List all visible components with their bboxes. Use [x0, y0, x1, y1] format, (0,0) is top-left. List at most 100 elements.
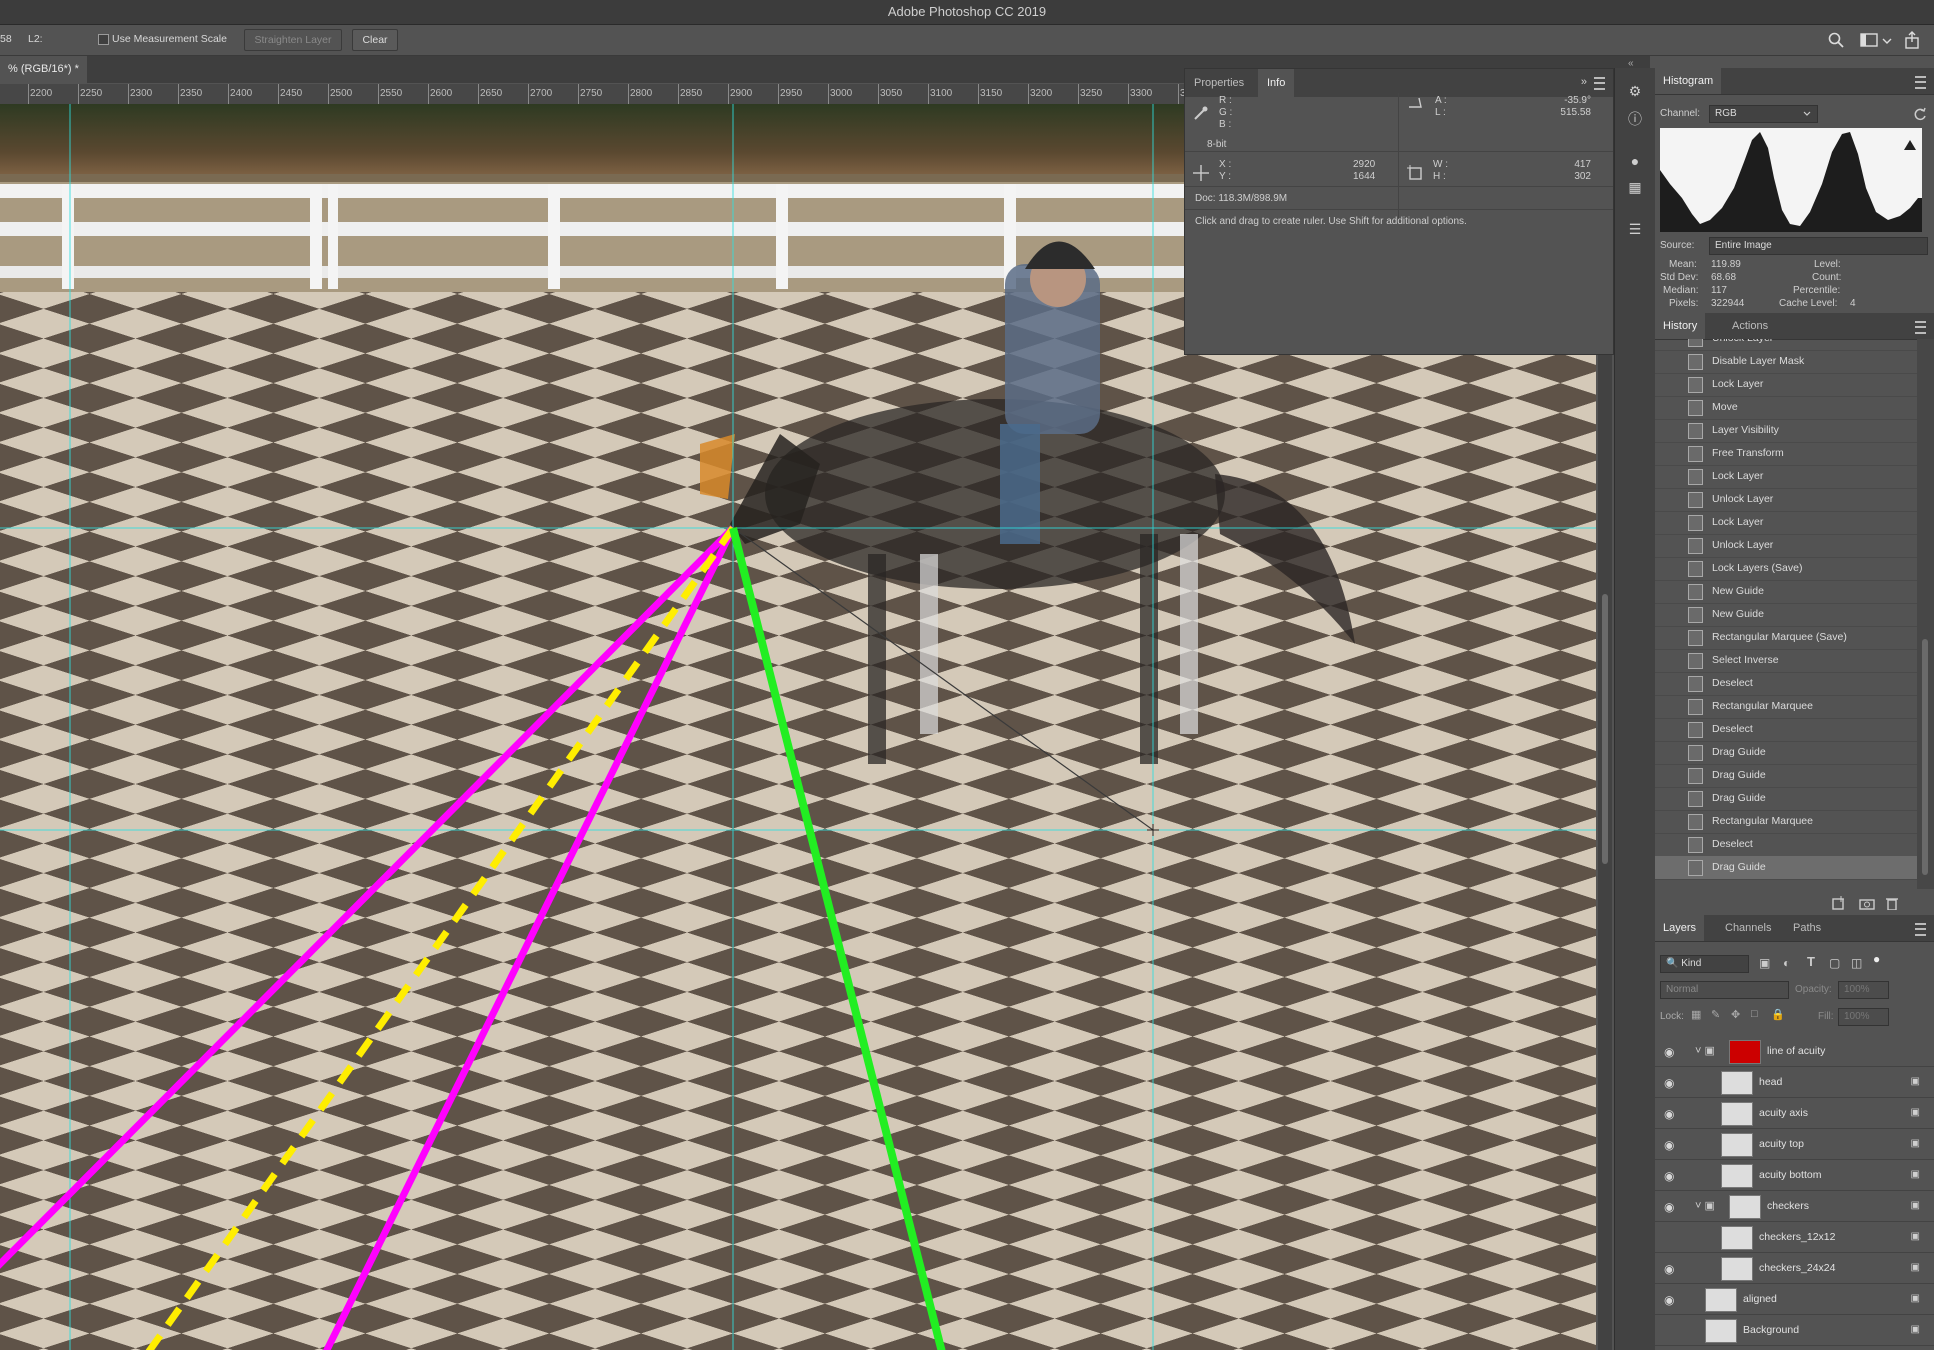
- fill-field[interactable]: 100%: [1838, 1008, 1889, 1026]
- info-panel-icon[interactable]: ⓘ: [1626, 110, 1644, 128]
- panel-menu-icon[interactable]: [1915, 321, 1926, 334]
- clear-button[interactable]: Clear: [352, 29, 398, 51]
- tab-histogram[interactable]: Histogram: [1655, 68, 1722, 94]
- image-filter-icon[interactable]: ▣: [1759, 956, 1770, 970]
- history-item[interactable]: Move: [1655, 396, 1917, 420]
- history-item[interactable]: New Guide: [1655, 580, 1917, 604]
- measurement-scale-checkbox[interactable]: [98, 34, 109, 45]
- layer-row[interactable]: ◉ ˅ ▣ line of acuity: [1655, 1036, 1934, 1067]
- layer-name[interactable]: acuity top: [1759, 1138, 1804, 1150]
- history-item[interactable]: Lock Layer: [1655, 511, 1917, 535]
- tab-properties[interactable]: Properties: [1185, 69, 1253, 97]
- trash-icon[interactable]: [1885, 896, 1899, 910]
- camera-icon[interactable]: [1859, 896, 1875, 910]
- panel-menu-icon[interactable]: [1594, 77, 1605, 90]
- layer-row[interactable]: Background ▣: [1655, 1315, 1934, 1346]
- chevron-down-icon[interactable]: [1882, 37, 1892, 45]
- layer-row[interactable]: ◉ head ▣: [1655, 1067, 1934, 1098]
- layer-name[interactable]: checkers_12x12: [1759, 1231, 1835, 1243]
- history-scrollbar[interactable]: [1917, 339, 1934, 889]
- visibility-eye-icon[interactable]: ◉: [1664, 1293, 1674, 1307]
- clone-source-icon[interactable]: ☰: [1626, 220, 1644, 238]
- collapse-icon[interactable]: »: [1581, 76, 1587, 88]
- brush-panel-icon[interactable]: ●: [1626, 152, 1644, 170]
- history-item[interactable]: Rectangular Marquee (Save): [1655, 626, 1917, 650]
- history-item[interactable]: Rectangular Marquee: [1655, 810, 1917, 834]
- refresh-icon[interactable]: [1913, 107, 1927, 121]
- lock-all-icon[interactable]: 🔒: [1771, 1008, 1785, 1021]
- visibility-eye-icon[interactable]: ◉: [1664, 1076, 1674, 1090]
- visibility-eye-icon[interactable]: ◉: [1664, 1262, 1674, 1276]
- search-icon[interactable]: [1828, 32, 1844, 48]
- history-item[interactable]: Unlock Layer: [1655, 488, 1917, 512]
- layer-name[interactable]: checkers_24x24: [1759, 1262, 1835, 1274]
- visibility-eye-icon[interactable]: ◉: [1664, 1169, 1674, 1183]
- workspace-icon[interactable]: [1860, 33, 1878, 47]
- source-select[interactable]: Entire Image: [1709, 237, 1928, 255]
- history-item[interactable]: Drag Guide: [1655, 764, 1917, 788]
- lock-transparent-icon[interactable]: ▦: [1691, 1008, 1701, 1021]
- shape-filter-icon[interactable]: ▢: [1829, 956, 1840, 970]
- opacity-field[interactable]: 100%: [1838, 981, 1889, 999]
- history-item[interactable]: Deselect: [1655, 833, 1917, 857]
- history-item[interactable]: Drag Guide: [1655, 787, 1917, 811]
- visibility-eye-icon[interactable]: ◉: [1664, 1200, 1674, 1214]
- layer-name[interactable]: acuity bottom: [1759, 1169, 1821, 1181]
- tab-info[interactable]: Info: [1258, 69, 1295, 97]
- history-item[interactable]: Drag Guide: [1655, 741, 1917, 765]
- tab-layers[interactable]: Layers: [1655, 915, 1705, 941]
- adjustment-filter-icon[interactable]: ◐: [1783, 956, 1790, 970]
- layer-row[interactable]: checkers_12x12 ▣: [1655, 1222, 1934, 1253]
- straighten-layer-button[interactable]: Straighten Layer: [244, 29, 342, 51]
- layers-list[interactable]: ◉ ˅ ▣ line of acuity ◉ head ▣ ◉ acuity axis ▣ ◉ ac…: [1655, 1036, 1934, 1350]
- history-item[interactable]: Layer Visibility: [1655, 419, 1917, 443]
- layer-row[interactable]: ◉ ˅ ▣ checkers ▣: [1655, 1191, 1934, 1222]
- panel-menu-icon[interactable]: [1915, 923, 1926, 936]
- kind-filter-select[interactable]: 🔍 Kind: [1660, 955, 1749, 973]
- layer-row[interactable]: ◉ acuity bottom ▣: [1655, 1160, 1934, 1191]
- document-tab[interactable]: % (RGB/16*) *: [0, 56, 87, 83]
- tab-channels[interactable]: Channels: [1717, 915, 1779, 941]
- lock-pixels-icon[interactable]: ✎: [1711, 1008, 1720, 1021]
- history-item[interactable]: Drag Guide: [1655, 856, 1917, 880]
- tab-paths[interactable]: Paths: [1785, 915, 1829, 941]
- visibility-eye-icon[interactable]: ◉: [1664, 1138, 1674, 1152]
- layer-name[interactable]: head: [1759, 1076, 1782, 1088]
- new-document-icon[interactable]: [1831, 896, 1847, 910]
- folder-icon[interactable]: ˅ ▣: [1695, 1199, 1715, 1212]
- layer-name[interactable]: checkers: [1767, 1200, 1809, 1212]
- layer-row[interactable]: ◉ acuity top ▣: [1655, 1129, 1934, 1160]
- folder-icon[interactable]: ˅ ▣: [1695, 1044, 1715, 1057]
- history-item[interactable]: Deselect: [1655, 672, 1917, 696]
- history-item[interactable]: Lock Layer: [1655, 465, 1917, 489]
- layer-row[interactable]: ◉ checkers_24x24 ▣: [1655, 1253, 1934, 1284]
- history-item[interactable]: Select Inverse: [1655, 649, 1917, 673]
- type-filter-icon[interactable]: T: [1807, 954, 1815, 969]
- layer-name[interactable]: Background: [1743, 1324, 1799, 1336]
- blend-mode-select[interactable]: Normal: [1660, 981, 1789, 999]
- scrollbar-thumb[interactable]: [1922, 639, 1928, 875]
- visibility-eye-icon[interactable]: ◉: [1664, 1107, 1674, 1121]
- history-item[interactable]: New Guide: [1655, 603, 1917, 627]
- layer-name[interactable]: line of acuity: [1767, 1045, 1825, 1057]
- layer-row[interactable]: ◉ acuity axis ▣: [1655, 1098, 1934, 1129]
- lock-position-icon[interactable]: ✥: [1731, 1008, 1740, 1021]
- tab-history[interactable]: History: [1655, 313, 1706, 339]
- history-item[interactable]: Lock Layers (Save): [1655, 557, 1917, 581]
- channel-select[interactable]: RGB: [1709, 105, 1818, 123]
- history-item[interactable]: Deselect: [1655, 718, 1917, 742]
- history-item[interactable]: Rectangular Marquee: [1655, 695, 1917, 719]
- lock-artboard-icon[interactable]: □: [1751, 1008, 1758, 1020]
- grid-panel-icon[interactable]: ▦: [1626, 178, 1644, 196]
- history-item[interactable]: Disable Layer Mask: [1655, 350, 1917, 374]
- filter-toggle-icon[interactable]: ●: [1873, 952, 1880, 966]
- history-item[interactable]: Unlock Layer: [1655, 534, 1917, 558]
- history-item[interactable]: Free Transform: [1655, 442, 1917, 466]
- collapse-icon[interactable]: «: [1628, 58, 1634, 69]
- history-list[interactable]: Unlock Layer Disable Layer Mask Lock Layer…: [1655, 339, 1917, 889]
- history-item[interactable]: Lock Layer: [1655, 373, 1917, 397]
- scrollbar-thumb[interactable]: [1602, 594, 1608, 864]
- layer-name[interactable]: aligned: [1743, 1293, 1777, 1305]
- layer-name[interactable]: acuity axis: [1759, 1107, 1808, 1119]
- visibility-eye-icon[interactable]: ◉: [1664, 1045, 1674, 1059]
